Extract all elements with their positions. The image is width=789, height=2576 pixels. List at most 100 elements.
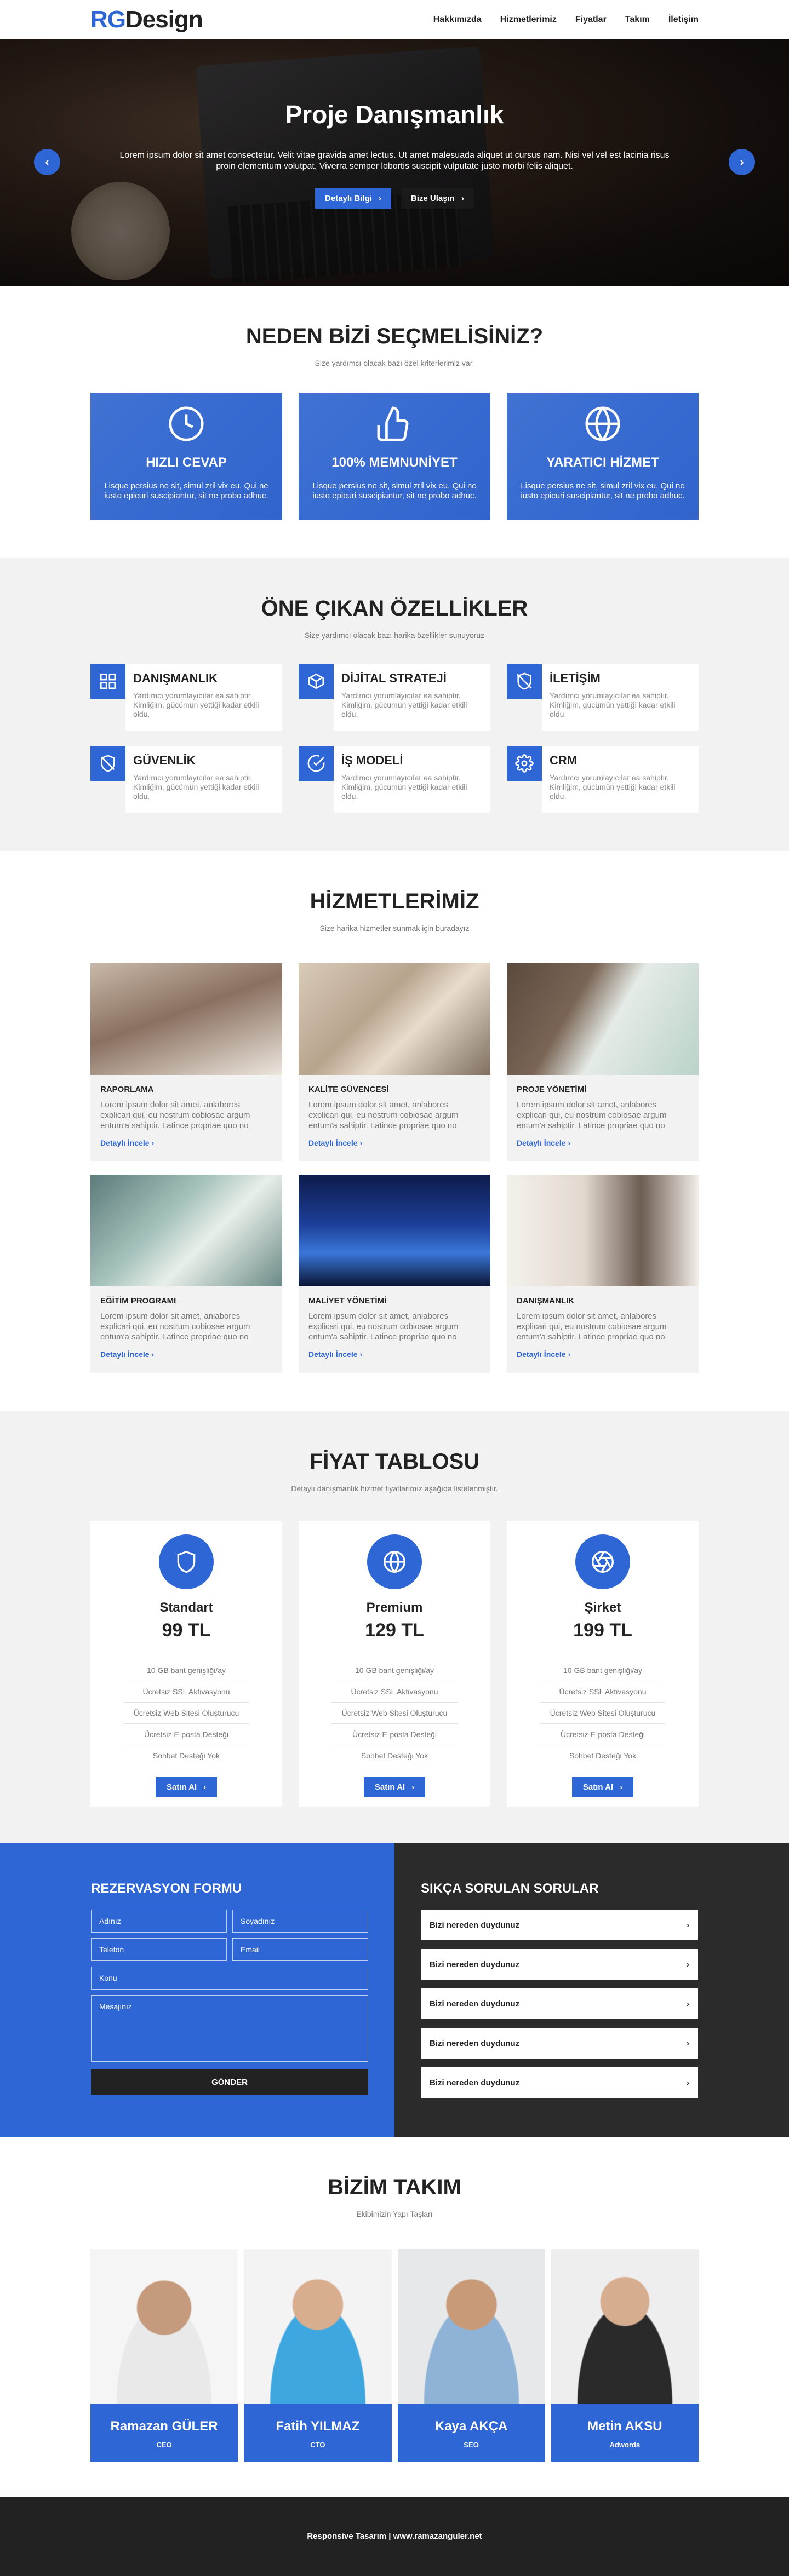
- plan-feature: Ücretsiz SSL Aktivasyonu: [540, 1681, 666, 1703]
- plan-feature: Sohbet Desteği Yok: [361, 1751, 428, 1760]
- feature-text: Yardımcı yorumlayıcılar ea sahiptir. Kim…: [341, 691, 467, 718]
- team-member: Metin AKSU Adwords: [551, 2249, 699, 2462]
- service-more-link[interactable]: Detaylı İncele ›: [308, 1350, 362, 1359]
- member-name: Ramazan GÜLER: [110, 2419, 218, 2434]
- avatar: [244, 2249, 392, 2404]
- plan-feature: Ücretsiz Web Sitesi Oluşturucu: [123, 1703, 249, 1724]
- phone-field[interactable]: Telefon: [91, 1938, 227, 1961]
- why-title: NEDEN BİZİ SEÇMELİSİNİZ?: [245, 324, 544, 348]
- more-label: Detaylı İncele: [517, 1350, 566, 1359]
- shield-off-icon: [101, 755, 115, 772]
- hero-slider: ‹ › Proje Danışmanlık Lorem ipsum dolor …: [0, 39, 789, 286]
- site-footer: Responsive Tasarım | www.ramazanguler.ne…: [0, 2497, 789, 2576]
- logo-rg: RG: [90, 6, 126, 33]
- feature-item: CRM Yardımcı yorumlayıcılar ea sahiptir. …: [507, 746, 699, 813]
- service-image: [90, 1175, 282, 1286]
- member-role: CTO: [310, 2441, 325, 2449]
- more-label: Detaylı İncele: [100, 1138, 150, 1147]
- service-more-link[interactable]: Detaylı İncele ›: [517, 1350, 570, 1359]
- buy-label: Satın Al: [582, 1783, 614, 1792]
- faq-item[interactable]: Bizi nereden duydunuz ›: [421, 1988, 698, 2019]
- chevron-right-icon: ›: [568, 1350, 571, 1359]
- service-card: KALİTE GÜVENCESİ Lorem ipsum dolor sit am…: [299, 963, 490, 1162]
- first-name-field[interactable]: Adınız: [91, 1910, 227, 1933]
- service-image: [299, 1175, 490, 1286]
- contact-button[interactable]: Bize Ulaşın ›: [401, 188, 474, 209]
- chevron-right-icon: ›: [359, 1350, 363, 1359]
- feature-item: DANIŞMANLIK Yardımcı yorumlayıcılar ea sa…: [90, 664, 282, 731]
- service-text: Lorem ipsum dolor sit amet, anlabores ex…: [308, 1312, 459, 1342]
- plan-price: 199 TL: [573, 1620, 632, 1641]
- service-title: PROJE YÖNETİMİ: [517, 1085, 587, 1094]
- feature-text: Yardımcı yorumlayıcılar ea sahiptir. Kim…: [133, 691, 259, 718]
- nav-hizmetlerimiz[interactable]: Hizmetlerimiz: [500, 15, 557, 25]
- faq-item[interactable]: Bizi nereden duydunuz ›: [421, 2028, 698, 2058]
- service-more-link[interactable]: Detaylı İncele ›: [517, 1138, 570, 1147]
- gear-icon: [515, 754, 534, 773]
- price-card-sirket: Şirket 199 TL 10 GB bant genişliği/ay Üc…: [507, 1521, 699, 1807]
- service-more-link[interactable]: Detaylı İncele ›: [308, 1138, 362, 1147]
- globe-icon: [585, 406, 620, 441]
- logo[interactable]: RGDesign: [90, 6, 203, 33]
- chevron-right-icon: ›: [687, 2038, 689, 2048]
- why-card-fast: HIZLI CEVAP Lisque persius ne sit, simul…: [90, 393, 282, 520]
- buy-button[interactable]: Satın Al ›: [571, 1777, 634, 1797]
- service-more-link[interactable]: Detaylı İncele ›: [100, 1138, 154, 1147]
- faq-item[interactable]: Bizi nereden duydunuz ›: [421, 2067, 698, 2098]
- plan-feature: 10 GB bant genişliği/ay: [540, 1660, 666, 1681]
- details-button-label: Detaylı Bilgi: [325, 194, 372, 203]
- feature-title: İLETİŞİM: [550, 671, 601, 685]
- plan-feature: Ücretsiz SSL Aktivasyonu: [123, 1681, 249, 1703]
- nav-takim[interactable]: Takım: [625, 15, 650, 25]
- nav-hakkimizda[interactable]: Hakkımızda: [433, 15, 482, 25]
- member-name: Metin AKSU: [587, 2419, 662, 2434]
- service-more-link[interactable]: Detaylı İncele ›: [100, 1350, 154, 1359]
- subject-field[interactable]: Konu: [91, 1967, 368, 1990]
- team-section: BİZİM TAKIM Ekibimizin Yapı Taşları Rama…: [0, 2137, 789, 2462]
- form-title: REZERVASYON FORMU: [91, 1881, 242, 1896]
- avatar: [397, 2249, 545, 2404]
- feature-item: DİJİTAL STRATEJİ Yardımcı yorumlayıcılar …: [299, 664, 490, 731]
- feature-item: GÜVENLİK Yardımcı yorumlayıcılar ea sahip…: [90, 746, 282, 813]
- more-label: Detaylı İncele: [517, 1138, 566, 1147]
- submit-button[interactable]: GÖNDER: [91, 2069, 368, 2095]
- chevron-right-icon: ›: [687, 2078, 689, 2088]
- chevron-right-icon: ›: [359, 1138, 363, 1147]
- service-title: EĞİTİM PROGRAMI: [100, 1296, 176, 1306]
- logo-text: Design: [125, 6, 203, 33]
- services-subtitle: Size harika hizmetler sunmak için burada…: [319, 924, 470, 933]
- buy-button[interactable]: Satın Al ›: [155, 1777, 218, 1797]
- service-card: PROJE YÖNETİMİ Lorem ipsum dolor sit amet…: [507, 963, 699, 1162]
- details-button[interactable]: Detaylı Bilgi ›: [315, 188, 391, 209]
- features-title: ÖNE ÇIKAN ÖZELLİKLER: [261, 596, 528, 620]
- why-us-section: NEDEN BİZİ SEÇMELİSİNİZ? Size yardımcı o…: [0, 286, 789, 558]
- email-field[interactable]: Email: [232, 1938, 368, 1961]
- faq-title: SIKÇA SORULAN SORULAR: [421, 1881, 599, 1896]
- last-name-field[interactable]: Soyadınız: [232, 1910, 368, 1933]
- buy-button[interactable]: Satın Al ›: [363, 1777, 426, 1797]
- faq-question: Bizi nereden duydunuz: [430, 2078, 520, 2088]
- service-image: [299, 963, 490, 1075]
- message-field[interactable]: Mesajınız: [91, 1995, 368, 2062]
- features-section: ÖNE ÇIKAN ÖZELLİKLER Size yardımcı olaca…: [0, 558, 789, 851]
- box-icon: [308, 673, 324, 689]
- nav-fiyatlar[interactable]: Fiyatlar: [575, 15, 607, 25]
- nav-iletisim[interactable]: İletişim: [668, 15, 699, 25]
- plan-price: 99 TL: [162, 1620, 211, 1641]
- service-title: DANIŞMANLIK: [517, 1296, 574, 1306]
- price-card-standart: Standart 99 TL 10 GB bant genişliği/ay Ü…: [90, 1521, 282, 1807]
- hero-text: Lorem ipsum dolor sit amet consectetur. …: [119, 151, 670, 171]
- chevron-right-icon: ›: [620, 1783, 623, 1792]
- avatar: [551, 2249, 699, 2404]
- service-text: Lorem ipsum dolor sit amet, anlabores ex…: [100, 1100, 250, 1130]
- feature-text: Yardımcı yorumlayıcılar ea sahiptir. Kim…: [341, 773, 467, 801]
- phone-icon: [517, 672, 532, 690]
- form-faq-section: REZERVASYON FORMU Adınız Soyadınız Telef…: [0, 1843, 789, 2137]
- more-label: Detaylı İncele: [308, 1350, 358, 1359]
- feature-text: Yardımcı yorumlayıcılar ea sahiptir. Kim…: [133, 773, 259, 801]
- faq-item[interactable]: Bizi nereden duydunuz ›: [421, 1949, 698, 1980]
- why-card-text: Lisque persius ne sit, simul zril vix eu…: [521, 481, 685, 501]
- plan-feature: Ücretsiz E-posta Desteği: [540, 1724, 666, 1745]
- faq-item[interactable]: Bizi nereden duydunuz ›: [421, 1910, 698, 1940]
- team-title: BİZİM TAKIM: [328, 2175, 461, 2199]
